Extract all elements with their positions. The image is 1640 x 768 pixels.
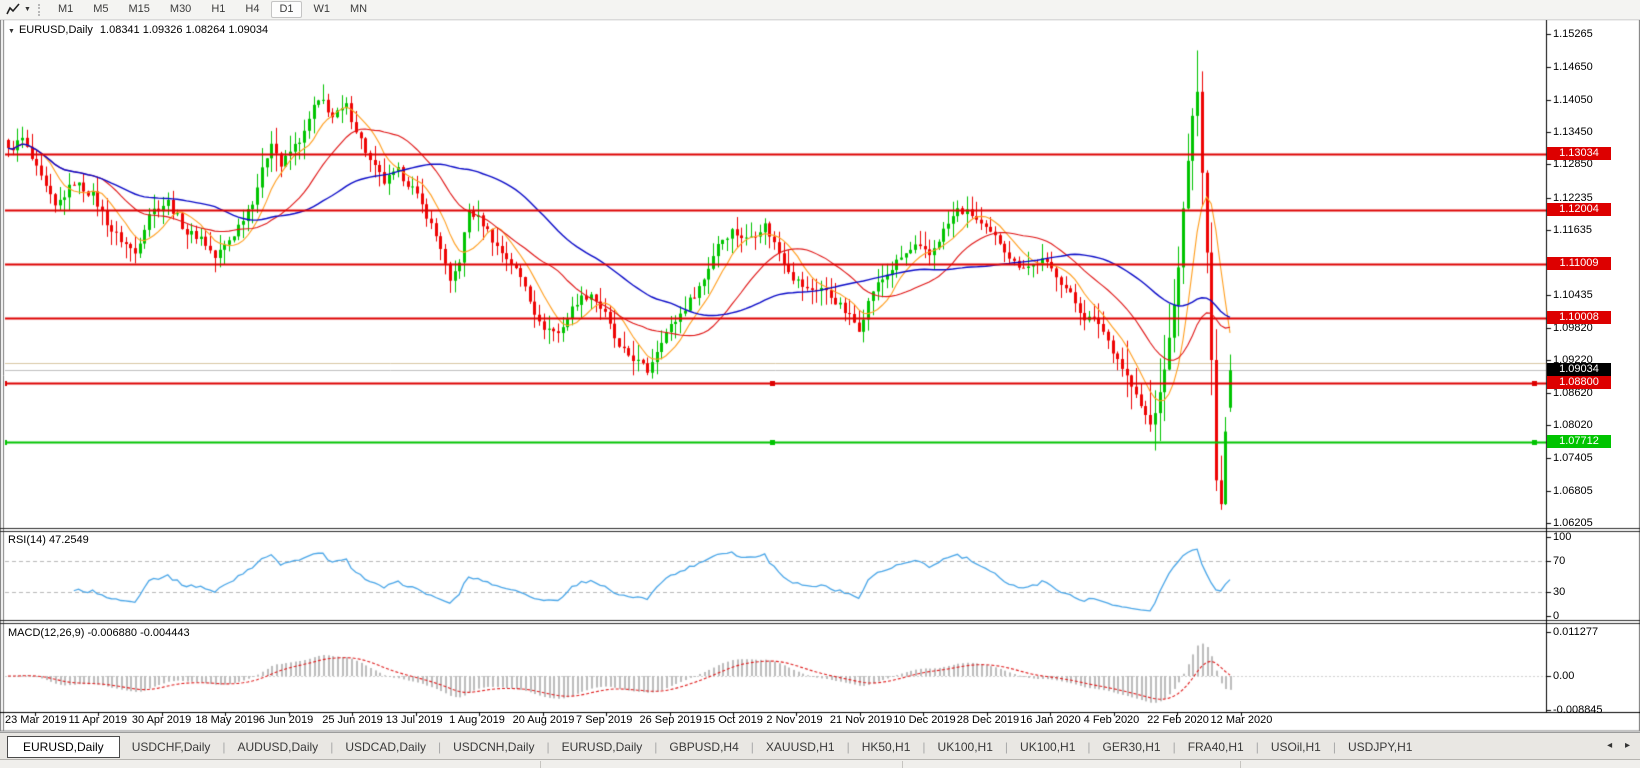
price-axis-tick: 1.12235 (1553, 192, 1593, 204)
date-axis-label: 2 Nov 2019 (766, 714, 822, 726)
timeframe-button-M5[interactable]: M5 (85, 1, 116, 18)
timeframe-button-H1[interactable]: H1 (203, 1, 233, 18)
date-axis-label: 15 Oct 2019 (703, 714, 763, 726)
macd-indicator-label: MACD(12,26,9) -0.006880 -0.004443 (8, 627, 190, 639)
date-axis-label: 7 Sep 2019 (576, 714, 632, 726)
price-axis-tick: 1.10435 (1553, 289, 1593, 301)
timeframe-button-M15[interactable]: M15 (121, 1, 158, 18)
date-axis-label: 20 Aug 2019 (513, 714, 575, 726)
price-chart-canvas[interactable] (0, 0, 1640, 768)
price-axis-tick: 1.07405 (1553, 452, 1593, 464)
chart-tab-XAUUSD-H1[interactable]: XAUUSD,H1 (754, 737, 847, 757)
price-axis-tick: 1.13450 (1553, 126, 1593, 138)
rsi-axis-tick: 70 (1553, 555, 1565, 567)
chart-tab-UK100-H1[interactable]: UK100,H1 (926, 737, 1005, 757)
timeframe-button-M30[interactable]: M30 (162, 1, 199, 18)
date-axis-label: 16 Jan 2020 (1020, 714, 1081, 726)
price-tag-1.11009: 1.11009 (1547, 257, 1611, 270)
toolbar-grip (38, 4, 43, 16)
mt4-chart-window: ▼ M1M5 M15M30H1H4D1 W1MN ▼ EURUSD,Daily 1.08… (0, 0, 1640, 768)
chart-tab-bar: EURUSD,DailyUSDCHF,Daily|AUDUSD,Daily|US… (0, 732, 1640, 760)
date-axis-label: 23 Mar 2019 (5, 714, 67, 726)
top-toolbar: ▼ M1M5 M15M30H1H4D1 W1MN (0, 0, 1640, 20)
chart-tab-GBPUSD-H4[interactable]: GBPUSD,H4 (657, 737, 750, 757)
timeframe-button-W1[interactable]: W1 (306, 1, 339, 18)
timeframe-button-M1[interactable]: M1 (50, 1, 81, 18)
chart-tab-FRA40-H1[interactable]: FRA40,H1 (1176, 737, 1256, 757)
macd-axis-tick: 0.00 (1553, 670, 1574, 682)
status-bar (0, 759, 1640, 768)
price-tag-1.07712: 1.07712 (1547, 435, 1611, 448)
date-axis-label: 22 Feb 2020 (1147, 714, 1209, 726)
rsi-axis-tick: 0 (1553, 610, 1559, 622)
date-axis-label: 18 May 2019 (195, 714, 259, 726)
tab-scroll-arrows: ◂ ▸ (1597, 740, 1630, 751)
chart-symbol-label: EURUSD,Daily (19, 24, 93, 36)
tab-scroll-left-icon[interactable]: ◂ (1607, 740, 1612, 751)
chart-tab-EURUSD-Daily[interactable]: EURUSD,Daily (550, 737, 655, 757)
date-axis-label: 4 Feb 2020 (1084, 714, 1140, 726)
price-tag-1.10008: 1.10008 (1547, 311, 1611, 324)
timeframe-button-H4[interactable]: H4 (237, 1, 267, 18)
chart-tabs: EURUSD,DailyUSDCHF,Daily|AUDUSD,Daily|US… (0, 736, 1424, 758)
chevron-down-icon: ▼ (24, 6, 31, 13)
status-divider (902, 761, 903, 768)
price-tag-1.09034: 1.09034 (1547, 363, 1611, 376)
date-axis-label: 28 Dec 2019 (957, 714, 1019, 726)
price-axis-tick: 1.06205 (1553, 517, 1593, 529)
date-axis-label: 1 Aug 2019 (449, 714, 505, 726)
chart-ohlc-values: 1.08341 1.09326 1.08264 1.09034 (100, 24, 268, 36)
chevron-down-icon[interactable]: ▼ (8, 28, 15, 35)
status-divider (1240, 761, 1241, 768)
price-tag-1.08800: 1.08800 (1547, 376, 1611, 389)
price-axis-tick: 1.08020 (1553, 419, 1593, 431)
price-axis-tick: 1.11635 (1553, 224, 1592, 236)
polyline-indicator-icon (5, 3, 21, 16)
date-axis-label: 11 Apr 2019 (68, 714, 127, 726)
date-axis-label: 12 Mar 2020 (1211, 714, 1273, 726)
timeframe-button-MN[interactable]: MN (342, 1, 375, 18)
macd-axis-tick: -0.008845 (1553, 704, 1603, 716)
line-studies-button[interactable]: ▼ (0, 0, 36, 19)
chart-tab-USDCHF-Daily[interactable]: USDCHF,Daily (120, 737, 223, 757)
rsi-axis-tick: 100 (1553, 531, 1571, 543)
rsi-axis-tick: 30 (1553, 586, 1565, 598)
price-axis-tick: 1.06805 (1553, 485, 1593, 497)
status-divider (540, 761, 541, 768)
price-axis-tick: 1.15265 (1553, 28, 1593, 40)
price-axis-tick: 1.14650 (1553, 61, 1593, 73)
price-axis-tick: 1.14050 (1553, 94, 1593, 106)
chart-tab-GER30-H1[interactable]: GER30,H1 (1091, 737, 1173, 757)
chart-tab-UK100-H1[interactable]: UK100,H1 (1008, 737, 1087, 757)
date-axis-label: 25 Jun 2019 (322, 714, 383, 726)
chart-tab-HK50-H1[interactable]: HK50,H1 (850, 737, 923, 757)
chart-tab-EURUSD-Daily[interactable]: EURUSD,Daily (7, 736, 120, 758)
rsi-indicator-label: RSI(14) 47.2549 (8, 534, 89, 546)
date-axis-label: 6 Jun 2019 (259, 714, 313, 726)
date-axis-label: 26 Sep 2019 (640, 714, 702, 726)
chart-tab-USOil-H1[interactable]: USOil,H1 (1259, 737, 1333, 757)
timeframe-button-group: M1M5 M15M30H1H4D1 W1MN (48, 1, 377, 18)
chart-tab-USDCAD-Daily[interactable]: USDCAD,Daily (333, 737, 438, 757)
date-axis-label: 10 Dec 2019 (893, 714, 955, 726)
chart-tab-AUDUSD-Daily[interactable]: AUDUSD,Daily (226, 737, 331, 757)
date-axis-label: 30 Apr 2019 (132, 714, 191, 726)
tab-scroll-right-icon[interactable]: ▸ (1625, 740, 1630, 751)
date-axis-label: 21 Nov 2019 (830, 714, 892, 726)
macd-axis-tick: 0.011277 (1553, 626, 1598, 638)
chart-tab-USDJPY-H1[interactable]: USDJPY,H1 (1336, 737, 1424, 757)
timeframe-button-D1[interactable]: D1 (271, 1, 301, 18)
chart-title-row: ▼ EURUSD,Daily 1.08341 1.09326 1.08264 1.0… (8, 24, 268, 36)
date-axis-label: 13 Jul 2019 (386, 714, 443, 726)
price-tag-1.12004: 1.12004 (1547, 203, 1611, 216)
chart-tab-USDCNH-Daily[interactable]: USDCNH,Daily (441, 737, 546, 757)
price-tag-1.13034: 1.13034 (1547, 147, 1611, 160)
